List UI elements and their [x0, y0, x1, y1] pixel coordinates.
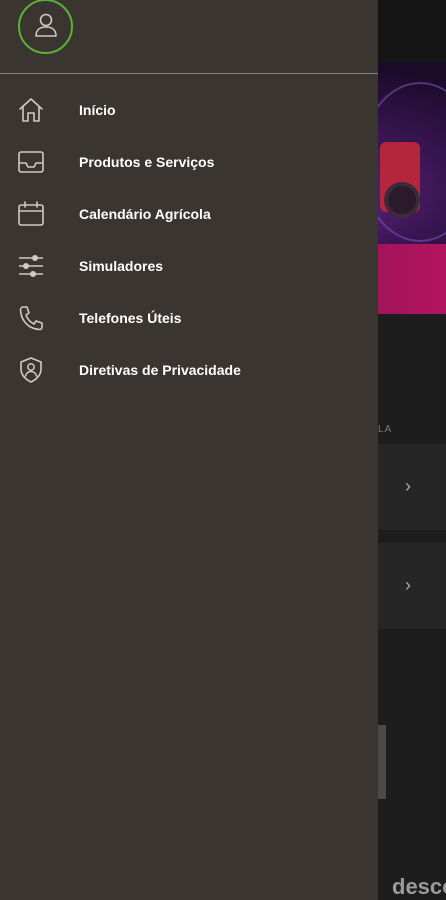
inbox-icon — [16, 148, 46, 176]
menu-item-label: Diretivas de Privacidade — [79, 362, 241, 378]
menu-item-inicio[interactable]: Início — [0, 84, 378, 136]
background-card[interactable] — [378, 444, 446, 530]
sliders-icon — [16, 252, 46, 280]
background-card[interactable] — [378, 543, 446, 629]
menu-item-produtos-servicos[interactable]: Produtos e Serviços — [0, 136, 378, 188]
background-section-label: LA — [378, 424, 393, 435]
user-icon — [35, 13, 57, 37]
drawer-header — [0, 0, 378, 74]
background-brand-text: desco — [392, 874, 446, 899]
navigation-drawer: Início Produtos e Serviços Calendário Ag… — [0, 0, 378, 900]
menu-item-diretivas-privacidade[interactable]: Diretivas de Privacidade — [0, 344, 378, 396]
menu-item-label: Simuladores — [79, 258, 164, 274]
home-icon — [16, 96, 46, 124]
avatar[interactable] — [18, 0, 73, 54]
menu-item-label: Telefones Úteis — [79, 310, 182, 326]
chevron-right-icon: › — [405, 476, 411, 496]
menu-item-telefones-uteis[interactable]: Telefones Úteis — [0, 292, 378, 344]
banner-wheel — [384, 182, 420, 218]
menu-item-label: Calendário Agrícola — [79, 206, 211, 222]
phone-icon — [16, 304, 46, 332]
menu-item-label: Início — [79, 102, 116, 118]
shield-user-icon — [16, 356, 46, 384]
background-scroll-bar — [378, 725, 386, 799]
menu-item-label: Produtos e Serviços — [79, 154, 215, 170]
chevron-right-icon: › — [405, 575, 411, 595]
menu-item-simuladores[interactable]: Simuladores — [0, 240, 378, 292]
calendar-icon — [16, 200, 46, 228]
menu-item-calendario-agricola[interactable]: Calendário Agrícola — [0, 188, 378, 240]
drawer-menu: Início Produtos e Serviços Calendário Ag… — [0, 84, 378, 396]
